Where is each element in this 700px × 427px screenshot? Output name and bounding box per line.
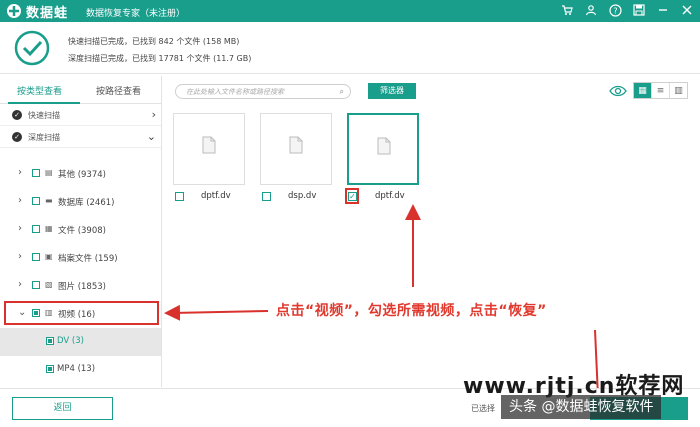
brand-name: 数据蛙 <box>26 6 69 21</box>
checkbox[interactable] <box>32 197 40 205</box>
logo-icon <box>7 4 21 18</box>
detail-view-icon[interactable]: ▥ <box>670 83 687 98</box>
account-watermark: 头条 @数据蛙恢复软件 <box>501 395 662 419</box>
file-thumbnail[interactable] <box>173 113 245 185</box>
back-button[interactable]: 返回 <box>12 397 113 420</box>
search-input[interactable]: 在此处输入文件名称或路径搜索 ⌕ <box>175 84 351 99</box>
tree-item-label: 图片 (1853) <box>58 282 106 292</box>
file-checkbox[interactable] <box>262 192 271 201</box>
deep-scan-row[interactable]: ✓ 深度扫描 ⌄ <box>0 127 161 148</box>
arrow-to-video <box>164 304 269 321</box>
search-placeholder: 在此处输入文件名称或路径搜索 <box>186 88 284 96</box>
product-name: 数据恢复专家（未注册） <box>86 9 186 19</box>
highlight-checkbox-box <box>345 188 359 204</box>
checkbox[interactable] <box>46 337 54 345</box>
close-icon[interactable] <box>680 3 694 17</box>
document-icon <box>377 137 391 155</box>
tab-by-type[interactable]: 按类型查看 <box>17 84 62 97</box>
chevron-right-icon[interactable]: › <box>18 195 22 206</box>
title-bar: 数据蛙 数据恢复专家（未注册） ? <box>0 0 700 22</box>
tree-item-database[interactable]: › ▬ 数据库 (2461) <box>0 188 161 216</box>
document-icon <box>202 136 216 154</box>
save-icon[interactable] <box>632 3 646 17</box>
list-view-icon[interactable]: ≡ <box>652 83 670 98</box>
instruction-annotation: 点击“视频”，勾选所需视频，点击“恢复” <box>276 303 547 319</box>
highlight-video-box <box>4 301 159 325</box>
tree-item-other[interactable]: › ▤ 其他 (9374) <box>0 160 161 188</box>
filter-button[interactable]: 筛选器 <box>368 83 416 99</box>
account-icon[interactable] <box>584 3 598 17</box>
view-mode-switch: ▦ ≡ ▥ <box>633 82 688 99</box>
chevron-down-icon: ⌄ <box>146 130 156 143</box>
cart-icon[interactable] <box>560 3 574 17</box>
check-icon: ✓ <box>12 110 22 120</box>
tree-item-label: 档案文件 (159) <box>58 254 118 264</box>
scan-label: 深度扫描 <box>28 133 60 142</box>
help-icon[interactable]: ? <box>608 3 622 17</box>
tree-item-label: 文件 (3908) <box>58 226 106 236</box>
active-tab-indicator <box>8 102 80 104</box>
chevron-right-icon[interactable]: › <box>18 167 22 178</box>
scan-label: 快速扫描 <box>28 111 60 120</box>
tree-item-label: DV (3) <box>57 336 84 346</box>
chevron-right-icon[interactable]: › <box>18 223 22 234</box>
file-icon: ▦ <box>45 224 53 233</box>
scan-status: 快速扫描已完成，已找到 842 个文件 (158 MB) 深度扫描已完成，已找到… <box>0 22 700 74</box>
check-icon: ✓ <box>12 132 22 142</box>
file-thumbnail[interactable] <box>347 113 419 185</box>
quick-scan-status: 快速扫描已完成，已找到 842 个文件 (158 MB) <box>68 37 240 46</box>
tree-item-label: MP4 (13) <box>57 364 96 374</box>
grid-view-icon[interactable]: ▦ <box>634 83 652 98</box>
preview-eye-icon[interactable] <box>609 84 627 98</box>
checkbox[interactable] <box>46 365 54 373</box>
svg-text:?: ? <box>613 6 617 15</box>
tree-item-archive[interactable]: › ▣ 档案文件 (159) <box>0 244 161 272</box>
selected-count: 已选择 <box>471 404 495 413</box>
checkbox[interactable] <box>32 169 40 177</box>
tree-item-dv[interactable]: DV (3) <box>0 328 161 356</box>
file-checkbox[interactable] <box>175 192 184 201</box>
tree-item-mp4[interactable]: MP4 (13) <box>0 356 161 384</box>
database-icon: ▬ <box>45 196 53 205</box>
image-icon: ▧ <box>45 280 53 289</box>
document-icon <box>289 136 303 154</box>
deep-scan-status: 深度扫描已完成，已找到 17781 个文件 (11.7 GB) <box>68 54 252 63</box>
search-icon[interactable]: ⌕ <box>340 87 344 97</box>
file-name: dsp.dv <box>288 191 317 201</box>
tree-item-label: 其他 (9374) <box>58 170 106 180</box>
file-name: dptf.dv <box>375 191 405 201</box>
file-thumbnail[interactable] <box>260 113 332 185</box>
tree-item-image[interactable]: › ▧ 图片 (1853) <box>0 272 161 300</box>
checkbox[interactable] <box>32 225 40 233</box>
tree-item-label: 数据库 (2461) <box>58 198 115 208</box>
checkbox[interactable] <box>32 281 40 289</box>
check-circle-icon <box>14 30 50 66</box>
file-name: dptf.dv <box>201 191 231 201</box>
app-window: 数据蛙 数据恢复专家（未注册） ? 快速扫描已完成，已找到 842 个文件 (1… <box>0 0 700 427</box>
view-tabs: 按类型查看 按路径查看 <box>0 76 161 104</box>
quick-scan-row[interactable]: ✓ 快速扫描 › <box>0 105 161 126</box>
chevron-right-icon[interactable]: › <box>18 279 22 290</box>
tab-by-path[interactable]: 按路径查看 <box>96 84 141 97</box>
sidebar: 按类型查看 按路径查看 ✓ 快速扫描 › ✓ 深度扫描 ⌄ › ▤ 其他 (93… <box>0 76 162 387</box>
chevron-right-icon[interactable]: › <box>18 251 22 262</box>
archive-icon: ▣ <box>45 252 53 261</box>
tree-item-file[interactable]: › ▦ 文件 (3908) <box>0 216 161 244</box>
window-controls: ? <box>560 3 694 17</box>
other-icon: ▤ <box>45 168 53 177</box>
checkbox[interactable] <box>32 253 40 261</box>
minimize-icon[interactable] <box>656 3 670 17</box>
chevron-right-icon: › <box>151 108 156 121</box>
